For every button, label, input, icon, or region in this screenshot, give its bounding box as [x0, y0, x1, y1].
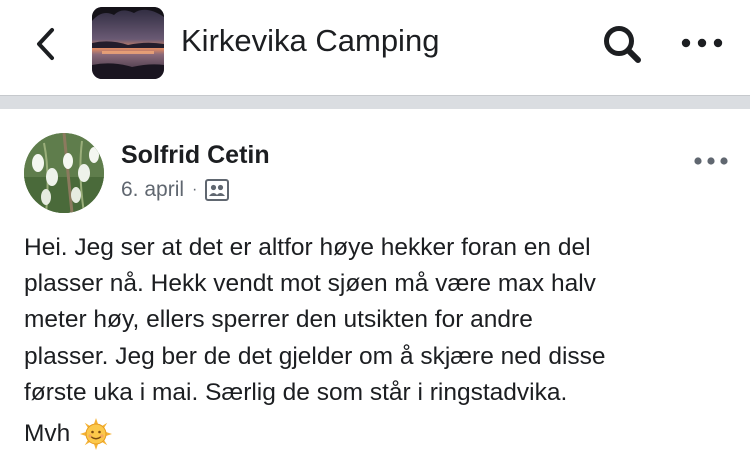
- group-audience-icon: [205, 179, 230, 201]
- search-button[interactable]: [600, 22, 646, 68]
- page-title: Kirkevika Camping: [181, 23, 440, 58]
- post-body-text: Hei. Jeg ser at det er altfor høye hekke…: [24, 234, 606, 406]
- section-divider: [0, 95, 750, 109]
- post-author-name[interactable]: Solfrid Cetin: [121, 139, 270, 171]
- more-horizontal-icon: [681, 38, 723, 48]
- post-more-button[interactable]: [692, 153, 730, 169]
- more-horizontal-icon: [694, 157, 728, 165]
- post-signoff: Mvh: [24, 416, 113, 452]
- more-options-button[interactable]: [678, 32, 726, 54]
- back-button[interactable]: [30, 22, 64, 66]
- signoff-text: Mvh: [24, 420, 71, 447]
- meta-separator: ·: [192, 181, 198, 198]
- top-bar: Kirkevika Camping: [0, 0, 750, 95]
- avatar[interactable]: [24, 133, 104, 213]
- group-cover-thumbnail[interactable]: [92, 7, 164, 79]
- chevron-left-icon: [37, 28, 54, 60]
- post-meta: 6. april ·: [121, 176, 230, 204]
- post-date[interactable]: 6. april: [121, 178, 184, 202]
- search-icon: [604, 26, 641, 63]
- post-card: Solfrid Cetin 6. april · Hei. Jeg ser at…: [0, 109, 750, 463]
- sun-face-emoji-icon: [80, 418, 113, 450]
